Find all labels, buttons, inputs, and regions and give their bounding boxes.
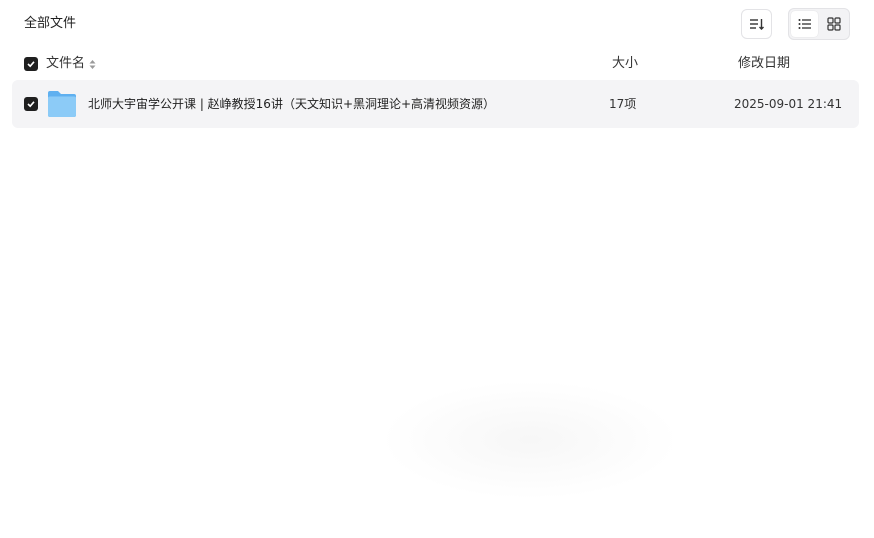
column-header-name-label: 文件名: [46, 56, 86, 71]
file-size: 17项: [609, 97, 637, 111]
check-icon: [27, 101, 35, 108]
select-all-checkbox[interactable]: [24, 57, 38, 71]
grid-view-icon: [826, 17, 841, 31]
column-header-name[interactable]: 文件名: [46, 55, 96, 73]
empty-area-shadow: [380, 380, 680, 500]
row-checkbox[interactable]: [24, 97, 38, 111]
toolbar: 全部文件: [0, 0, 874, 48]
check-icon: [27, 61, 35, 68]
file-modified-date: 2025-09-01 21:41: [734, 97, 843, 111]
file-name[interactable]: 北师大宇宙学公开课 | 赵峥教授16讲（天文知识+黑洞理论+高清视频资源）: [88, 95, 495, 113]
sort-button[interactable]: [741, 9, 772, 39]
table-row[interactable]: 北师大宇宙学公开课 | 赵峥教授16讲（天文知识+黑洞理论+高清视频资源） 17…: [12, 80, 859, 128]
grid-view-button[interactable]: [820, 11, 847, 37]
column-header-date[interactable]: 修改日期: [738, 55, 790, 73]
list-view-button[interactable]: [791, 11, 818, 37]
folder-icon: [48, 91, 76, 117]
view-toggle: [788, 8, 850, 40]
sort-toggle-icon: [89, 59, 96, 69]
breadcrumb-all-files[interactable]: 全部文件: [24, 15, 76, 33]
sort-icon: [749, 19, 764, 30]
list-view-icon: [798, 19, 811, 29]
column-header-size[interactable]: 大小: [612, 55, 638, 73]
table-header: 文件名 大小 修改日期: [12, 52, 859, 76]
